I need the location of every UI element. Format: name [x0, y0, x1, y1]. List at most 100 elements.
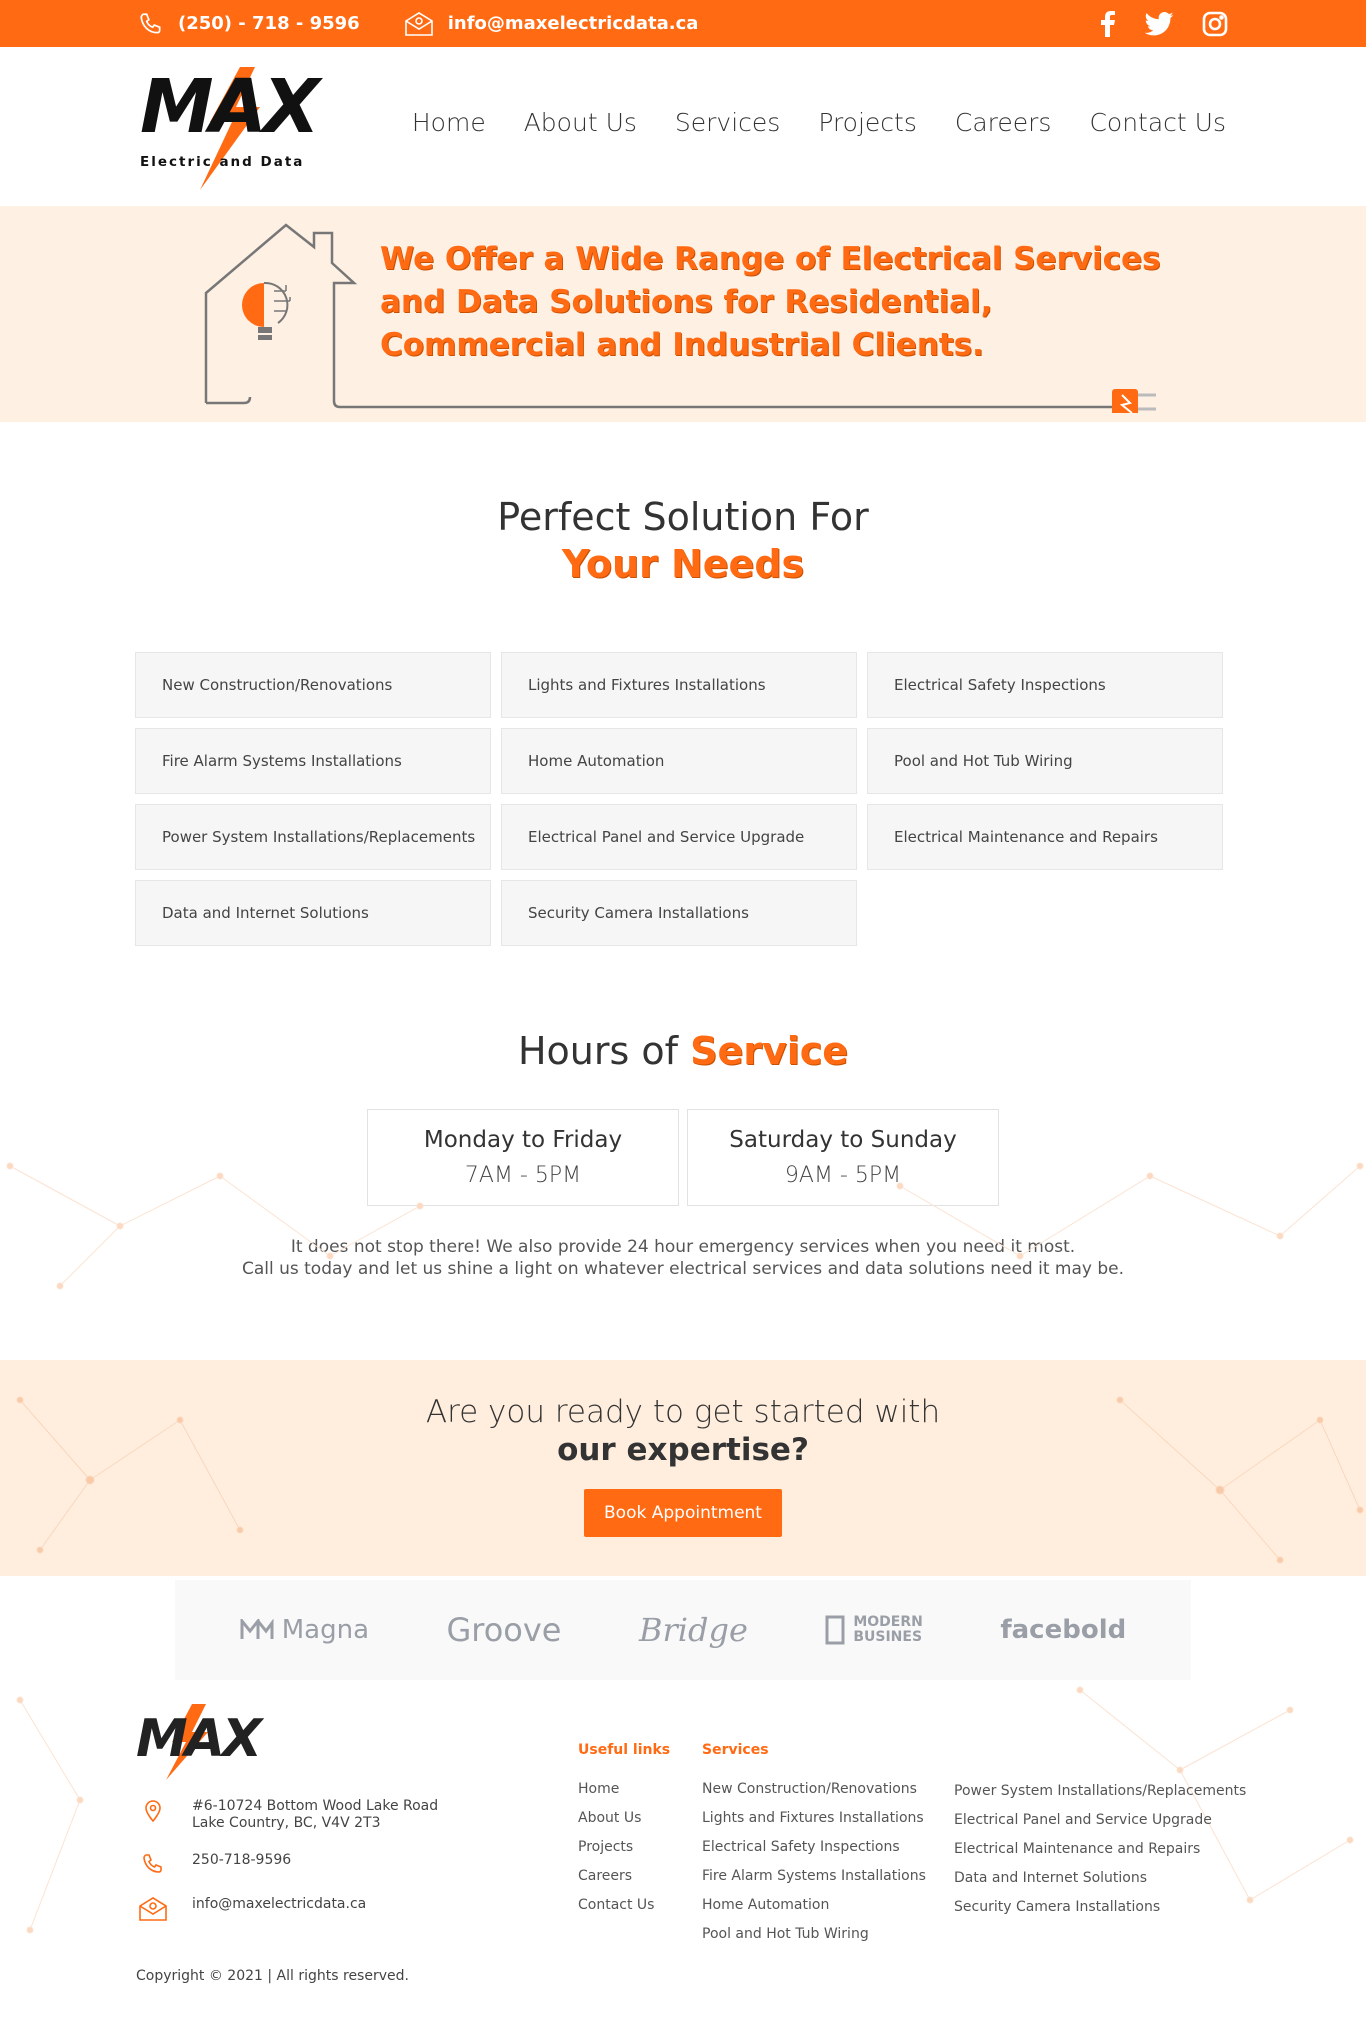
instagram-icon[interactable]	[1202, 11, 1228, 37]
hours-card-weekend: Saturday to Sunday 9AM - 5PM	[687, 1109, 999, 1206]
footer-service-link[interactable]: Electrical Safety Inspections	[702, 1838, 926, 1856]
solution-item: New Construction/Renovations	[135, 652, 491, 718]
nav-careers[interactable]: Careers	[955, 108, 1052, 137]
footer-address-text: #6-10724 Bottom Wood Lake Road Lake Coun…	[192, 1798, 438, 1832]
phone-icon	[136, 1852, 170, 1876]
services-title: Services	[702, 1742, 769, 1758]
contact-info: (250) - 718 - 9596 info@maxelectricdata.…	[138, 11, 698, 37]
topbar-phone[interactable]: (250) - 718 - 9596	[138, 11, 360, 37]
page: (250) - 718 - 9596 info@maxelectricdata.…	[0, 0, 1366, 2020]
email-icon	[404, 11, 434, 37]
partner-name: facebold	[1000, 1615, 1127, 1645]
footer-logo[interactable]: MAX	[136, 1704, 268, 1784]
book-appointment-button[interactable]: Book Appointment	[584, 1489, 782, 1537]
partner-name: Bridge	[638, 1611, 748, 1649]
topbar-phone-text: (250) - 718 - 9596	[178, 13, 360, 34]
cta-section: Are you ready to get started with our ex…	[0, 1360, 1366, 1576]
map-pin-icon	[136, 1798, 170, 1822]
nav-about-us[interactable]: About Us	[524, 108, 637, 137]
logo-tagline: Electric and Data	[140, 153, 305, 170]
useful-links-title: Useful links	[578, 1742, 671, 1758]
solution-item: Electrical Safety Inspections	[867, 652, 1223, 718]
footer-service-link[interactable]: Home Automation	[702, 1896, 926, 1914]
social-links	[1100, 10, 1228, 37]
nav-contact-us[interactable]: Contact Us	[1089, 108, 1226, 137]
facebook-icon[interactable]	[1100, 10, 1116, 37]
footer-services: Services New Construction/Renovations Li…	[702, 1742, 926, 1954]
main-nav: Home About Us Services Projects Careers …	[412, 108, 1226, 137]
partner-name: MODERN	[853, 1614, 923, 1630]
footer-service-link[interactable]: Electrical Panel and Service Upgrade	[954, 1811, 1246, 1829]
hours-section: Hours of Service Monday to Friday 7AM - …	[0, 946, 1366, 1290]
site-footer: MAX #6-10724 Bottom Wood Lake Road Lake …	[0, 1680, 1366, 2020]
hours-card-weekdays: Monday to Friday 7AM - 5PM	[367, 1109, 679, 1206]
banner-headline: We Offer a Wide Range of Electrical Serv…	[380, 241, 1161, 363]
hours-time: 9AM - 5PM	[784, 1163, 902, 1188]
footer-link-about-us[interactable]: About Us	[578, 1809, 670, 1827]
solution-item: Data and Internet Solutions	[135, 880, 491, 946]
topbar-email-text: info@maxelectricdata.ca	[447, 13, 699, 34]
footer-useful-links: Useful links Home About Us Projects Care…	[578, 1742, 670, 1925]
email-icon	[136, 1896, 170, 1922]
partner-name-stack: MODERN BUSINES	[853, 1615, 923, 1645]
hours-note-line-1: It does not stop there! We also provide …	[290, 1237, 1076, 1257]
nav-projects[interactable]: Projects	[818, 108, 917, 137]
solution-item: Security Camera Installations	[501, 880, 857, 946]
hero-banner: We Offer a Wide Range of Electrical Serv…	[0, 206, 1366, 422]
hours-title: Hours of Service	[0, 1028, 1366, 1075]
partner-logo-bridge: Bridge	[639, 1611, 748, 1649]
footer-service-link[interactable]: Electrical Maintenance and Repairs	[954, 1840, 1246, 1858]
twitter-icon[interactable]	[1144, 11, 1174, 36]
partner-name: BUSINES	[853, 1629, 923, 1645]
footer-email[interactable]: info@maxelectricdata.ca	[136, 1896, 438, 1922]
hours-note-line-2: Call us today and let us shine a light o…	[241, 1259, 1125, 1279]
top-contact-bar: (250) - 718 - 9596 info@maxelectricdata.…	[0, 0, 1366, 47]
solutions-title-plain: Perfect Solution For	[497, 495, 869, 539]
solutions-section: Perfect Solution For Your Needs New Cons…	[0, 422, 1366, 946]
cta-line-2: our expertise?	[557, 1432, 809, 1468]
footer-contact: #6-10724 Bottom Wood Lake Road Lake Coun…	[136, 1798, 438, 1942]
footer-service-link[interactable]: New Construction/Renovations	[702, 1780, 926, 1798]
cta-line-1: Are you ready to get started with	[425, 1394, 941, 1430]
footer-service-link[interactable]: Power System Installations/Replacements	[954, 1782, 1246, 1800]
hours-note: It does not stop there! We also provide …	[0, 1236, 1366, 1280]
solution-item: Electrical Maintenance and Repairs	[867, 804, 1223, 870]
solutions-title-accent: Your Needs	[561, 542, 805, 586]
footer-phone-text: 250-718-9596	[192, 1852, 292, 1868]
address-line-2: Lake Country, BC, V4V 2T3	[192, 1815, 381, 1831]
modern-business-icon	[825, 1615, 845, 1645]
footer-phone[interactable]: 250-718-9596	[136, 1852, 438, 1876]
solution-item: Home Automation	[501, 728, 857, 794]
footer-service-link[interactable]: Data and Internet Solutions	[954, 1869, 1246, 1887]
hours-title-accent: Service	[690, 1029, 849, 1073]
copyright: Copyright © 2021 | All rights reserved.	[136, 1968, 409, 1984]
partner-logo-facebold: facebold	[1000, 1615, 1126, 1645]
solution-item: Electrical Panel and Service Upgrade	[501, 804, 857, 870]
footer-service-link[interactable]: Pool and Hot Tub Wiring	[702, 1925, 926, 1943]
solution-item: Lights and Fixtures Installations	[501, 652, 857, 718]
footer-link-contact-us[interactable]: Contact Us	[578, 1896, 670, 1914]
footer-logo-wordmark: MAX	[136, 1709, 265, 1769]
solutions-grid: New Construction/Renovations Lights and …	[135, 652, 1231, 946]
solution-item: Fire Alarm Systems Installations	[135, 728, 491, 794]
partner-logo-magna: Magna	[240, 1615, 369, 1645]
logo-wordmark: MAX	[140, 63, 320, 150]
nav-services[interactable]: Services	[675, 108, 780, 137]
footer-service-link[interactable]: Lights and Fixtures Installations	[702, 1809, 926, 1827]
site-header: MAX Electric and Data Home About Us Serv…	[0, 47, 1366, 206]
hours-title-plain: Hours of	[517, 1029, 678, 1073]
brand-logo[interactable]: MAX Electric and Data	[140, 62, 340, 192]
footer-link-careers[interactable]: Careers	[578, 1867, 670, 1885]
footer-service-link[interactable]: Security Camera Installations	[954, 1898, 1246, 1916]
partner-logo-groove: Groove	[446, 1611, 561, 1649]
footer-service-link[interactable]: Fire Alarm Systems Installations	[702, 1867, 926, 1885]
footer-address: #6-10724 Bottom Wood Lake Road Lake Coun…	[136, 1798, 438, 1832]
magna-icon	[240, 1619, 274, 1639]
footer-link-home[interactable]: Home	[578, 1780, 670, 1798]
hours-time: 7AM - 5PM	[464, 1163, 582, 1188]
solutions-title: Perfect Solution For Your Needs	[0, 494, 1366, 588]
footer-bolt-logo: MAX	[136, 1704, 268, 1780]
footer-link-projects[interactable]: Projects	[578, 1838, 670, 1856]
nav-home[interactable]: Home	[412, 108, 486, 137]
topbar-email[interactable]: info@maxelectricdata.ca	[404, 11, 699, 37]
